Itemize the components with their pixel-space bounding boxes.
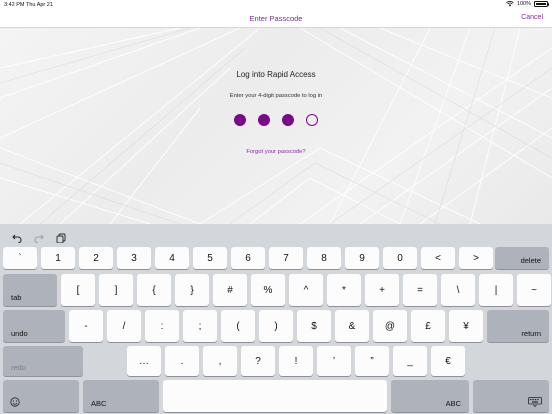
key[interactable]: & — [335, 310, 369, 342]
key[interactable]: 1 — [41, 247, 75, 269]
battery-icon — [534, 1, 550, 7]
key[interactable]: 2 — [79, 247, 113, 269]
key[interactable]: \ — [441, 274, 475, 306]
nav-title: Enter Passcode — [249, 14, 303, 23]
key[interactable]: ; — [183, 310, 217, 342]
key[interactable]: ’ — [317, 346, 351, 376]
delete-key[interactable]: delete — [495, 247, 549, 269]
redo-key[interactable]: redo — [3, 346, 83, 376]
key[interactable]: ” — [355, 346, 389, 376]
key[interactable]: 6 — [231, 247, 265, 269]
keyboard-panel: ` 1 2 3 4 5 6 7 8 9 0 < > delete tab[]{} #% ^ * + = \ | ~ undo -… — [0, 224, 552, 414]
navigation-bar: Enter Passcode Cancel — [0, 10, 552, 28]
key[interactable]: ) — [259, 310, 293, 342]
key[interactable]: ! — [279, 346, 313, 376]
key[interactable]: - — [69, 310, 103, 342]
key[interactable]: € — [431, 346, 465, 376]
tab-key[interactable]: tab — [3, 274, 57, 306]
key[interactable]: * — [327, 274, 361, 306]
status-bar: 3:42 PM Thu Apr 21 100% — [0, 0, 552, 10]
key[interactable]: 9 — [345, 247, 379, 269]
status-right: 100% — [506, 1, 550, 7]
keyboard-hide-icon — [528, 397, 542, 407]
key[interactable]: [ — [61, 274, 95, 306]
key[interactable]: # — [213, 274, 247, 306]
cancel-button[interactable]: Cancel — [521, 14, 543, 21]
passcode-dots — [234, 114, 318, 126]
key[interactable]: ( — [221, 310, 255, 342]
passcode-instructions: Enter your 4-digit passcode to log in — [229, 93, 323, 99]
key[interactable]: ~ — [517, 274, 551, 306]
key[interactable]: ? — [241, 346, 275, 376]
passcode-dot — [234, 114, 246, 126]
key[interactable]: : — [145, 310, 179, 342]
abc-key-right[interactable]: ABC — [391, 380, 469, 412]
status-time: 3:42 PM — [4, 2, 25, 8]
key[interactable]: 3 — [117, 247, 151, 269]
key[interactable]: 7 — [269, 247, 303, 269]
return-key[interactable]: return — [487, 310, 549, 342]
key[interactable]: 8 — [307, 247, 341, 269]
wifi-icon — [506, 1, 514, 7]
key[interactable]: = — [403, 274, 437, 306]
hide-keyboard-key[interactable] — [473, 380, 549, 412]
key[interactable]: _ — [393, 346, 427, 376]
key[interactable]: < — [421, 247, 455, 269]
key[interactable]: + — [365, 274, 399, 306]
redo-arrow-icon[interactable] — [34, 230, 44, 244]
key[interactable]: … — [127, 346, 161, 376]
key[interactable]: ` — [3, 247, 37, 269]
background-pattern — [0, 28, 552, 224]
key[interactable]: | — [479, 274, 513, 306]
status-date: Thu Apr 21 — [26, 2, 53, 8]
key[interactable]: % — [251, 274, 285, 306]
key[interactable]: ¥ — [449, 310, 483, 342]
key[interactable]: } — [175, 274, 209, 306]
key[interactable]: { — [137, 274, 171, 306]
key[interactable]: ^ — [289, 274, 323, 306]
forgot-passcode-link[interactable]: Forgot your passcode? — [0, 149, 552, 155]
undo-arrow-icon[interactable] — [12, 230, 22, 244]
key[interactable]: > — [459, 247, 493, 269]
abc-key-left[interactable]: ABC — [83, 380, 159, 412]
passcode-dot — [258, 114, 270, 126]
space-key[interactable] — [163, 380, 387, 412]
battery-percent: 100% — [516, 1, 531, 7]
key[interactable]: . — [165, 346, 199, 376]
emoji-icon — [10, 397, 20, 407]
key[interactable]: 0 — [383, 247, 417, 269]
passcode-screen: Log into Rapid Access Enter your 4-digit… — [0, 28, 552, 224]
key[interactable]: 5 — [193, 247, 227, 269]
key[interactable]: @ — [373, 310, 407, 342]
key[interactable]: / — [107, 310, 141, 342]
key[interactable]: , — [203, 346, 237, 376]
page-title: Log into Rapid Access — [236, 70, 316, 79]
key[interactable]: $ — [297, 310, 331, 342]
undo-key[interactable]: undo — [3, 310, 65, 342]
key[interactable]: 4 — [155, 247, 189, 269]
passcode-dot — [282, 114, 294, 126]
key[interactable]: ] — [99, 274, 133, 306]
passcode-dot — [306, 114, 318, 126]
key[interactable]: £ — [411, 310, 445, 342]
emoji-key[interactable] — [3, 380, 79, 412]
clipboard-icon[interactable] — [56, 230, 66, 244]
